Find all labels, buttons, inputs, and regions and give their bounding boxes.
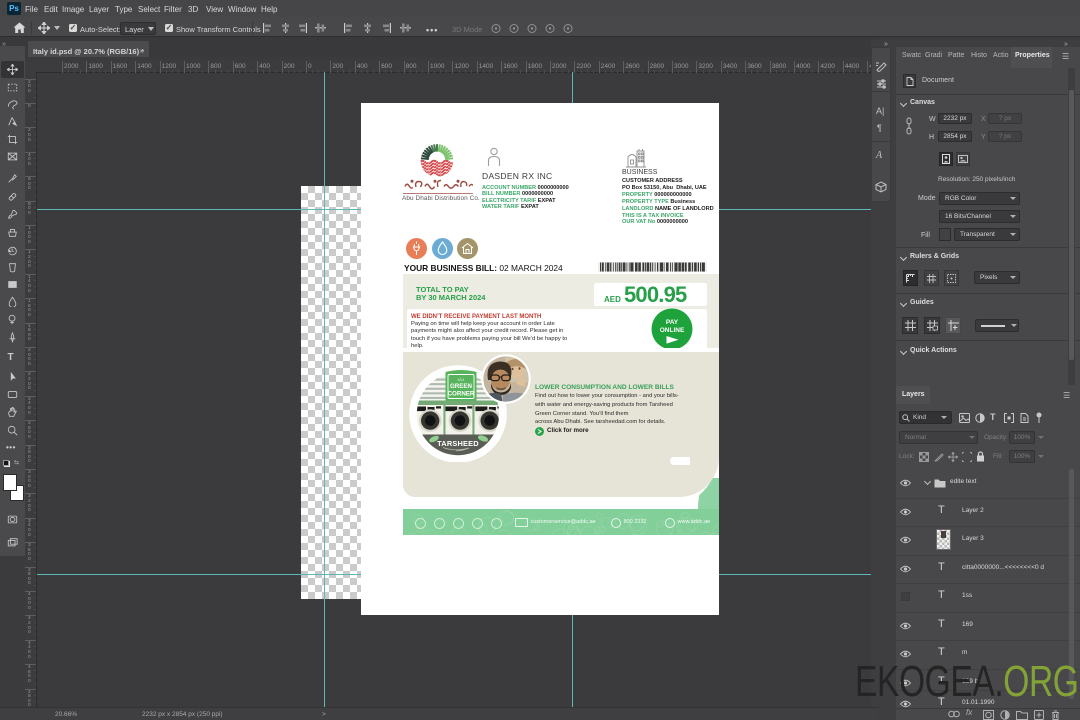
svg-text:CORNER: CORNER: [448, 391, 475, 398]
svg-text:عناية: عناية: [457, 377, 464, 382]
svg-text:TARSHEED: TARSHEED: [437, 439, 479, 448]
svg-text:GREEN: GREEN: [450, 383, 473, 390]
svg-text:PAY: PAY: [666, 319, 679, 326]
svg-text:ONLINE: ONLINE: [660, 327, 685, 334]
